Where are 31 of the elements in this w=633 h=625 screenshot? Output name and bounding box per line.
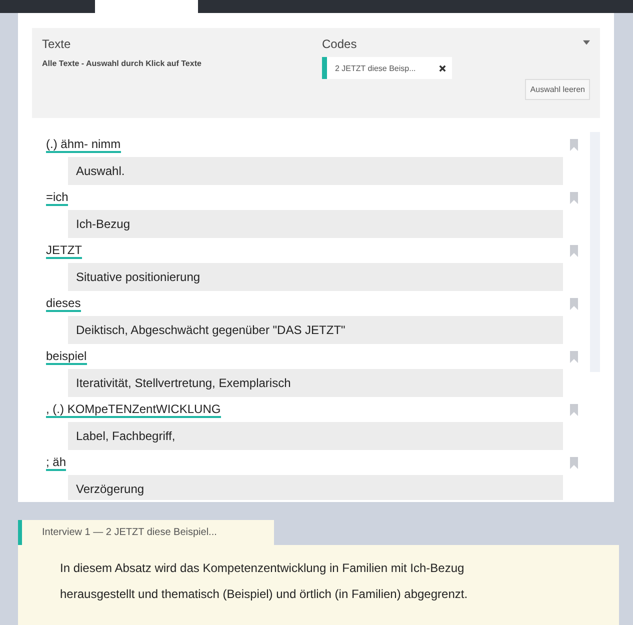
memo-text: Auswahl. [68,157,563,185]
texts-selection[interactable]: Alle Texte - Auswahl durch Klick auf Texte [42,59,322,68]
segment-text[interactable]: =ich [46,190,68,206]
memo-text: Deiktisch, Abgeschwächt gegenüber "DAS JETZT" [68,316,563,344]
segment-text[interactable]: , (.) KOMpeTENZentWICKLUNG [46,402,221,418]
memo-tab[interactable]: Interview 1 — 2 JETZT diese Beispiel... [18,520,274,545]
active-tab[interactable] [95,0,198,13]
memo-text: Situative positionierung [68,263,563,291]
memo-paragraph: In diesem Absatz wird das Kompetenzentwicklung in Familien mit Ich-Bezug herausgestellt und thematisch (Beispiel) und örtlich (in Familien) abgegrenzt. [60,560,469,603]
remove-icon[interactable] [439,64,446,72]
bookmark-icon[interactable] [570,192,578,204]
segment-text[interactable]: beispiel [46,348,87,364]
clear-selection-button[interactable]: Auswahl leeren [525,79,590,100]
memo-text: Ich-Bezug [68,210,563,238]
segment-text[interactable]: dieses [46,296,81,312]
segment-text[interactable]: (.) ähm- nimm [46,136,121,152]
segment-text[interactable]: JETZT [46,242,82,258]
bookmark-icon[interactable] [570,456,578,468]
bookmark-icon[interactable] [570,350,578,362]
bookmark-icon[interactable] [570,298,578,310]
memo-text: Verzögerung [68,475,563,500]
bookmark-icon[interactable] [570,244,578,256]
code-label: 2 JETZT diese Beisp... [335,64,417,72]
memo-text: Iterativität, Stellvertretung, Exemplarisch [68,369,563,397]
bookmark-icon[interactable] [570,138,578,150]
bookmark-icon[interactable] [570,404,578,416]
segment-text[interactable]: ; äh [46,454,66,470]
codes-label: Codes [322,37,357,51]
texts-label: Texte [42,37,71,51]
caret-icon[interactable] [583,40,590,45]
memo-text: Label, Fachbegriff, [68,422,563,450]
